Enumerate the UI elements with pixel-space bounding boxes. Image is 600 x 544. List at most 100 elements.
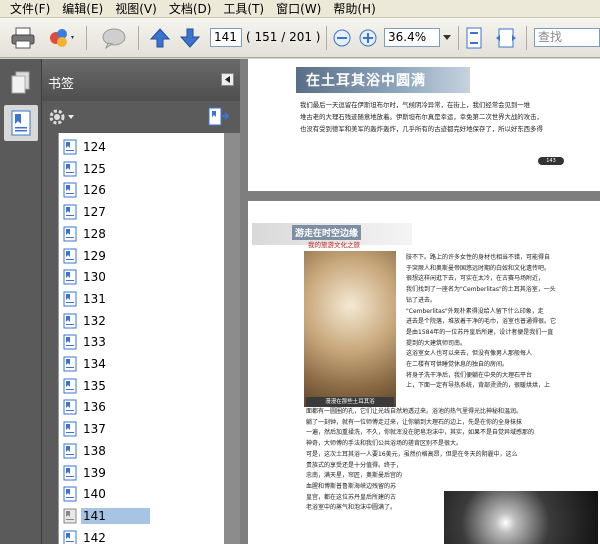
bookmark-item-141[interactable]: 141 — [59, 506, 224, 526]
bookmark-item-124[interactable]: 124 — [59, 137, 224, 157]
dome-photo — [444, 491, 598, 544]
bookmark-label: 142 — [83, 530, 106, 544]
bookmark-page-icon — [63, 313, 77, 329]
menu-file[interactable]: 文件(F) — [4, 0, 56, 17]
text-line: 躺了一刻钟，就有一位师傅走过来，让你躺到大理石的边上，先是在你的全身抹抹 — [306, 418, 523, 426]
document-viewer[interactable]: 在土耳其浴中圆满 我们最后一天逗留在伊斯坦布尔时，气候阴冷异常，在街上，我们经常… — [240, 59, 600, 544]
arrow-down-icon — [179, 28, 201, 48]
bookmark-page-icon — [63, 161, 77, 177]
bookmark-label: 133 — [83, 335, 106, 350]
bookmark-label: 129 — [83, 248, 106, 263]
menu-document[interactable]: 文档(D) — [163, 0, 218, 17]
bookmark-page-icon — [63, 182, 77, 198]
zoom-in-icon — [359, 29, 377, 47]
bookmark-page-icon — [63, 226, 77, 242]
menu-edit[interactable]: 编辑(E) — [56, 0, 109, 17]
page1-body: 我们最后一天逗留在伊斯坦布尔时，气候阴冷异常，在街上，我们经常会见到一堆 堆古老… — [300, 99, 600, 135]
document-page-current: 游走在时空边缘 我的旅游文化之旅 漫漫在那些土耳其浴 肢不下。路上的许多女性的身… — [248, 201, 600, 544]
bookmark-item-131[interactable]: 131 — [59, 289, 224, 309]
menu-tools[interactable]: 工具(T) — [217, 0, 270, 17]
comment-icon — [102, 28, 126, 50]
bookmark-item-137[interactable]: 137 — [59, 419, 224, 439]
page2-body-right: 肢不下。路上的许多女性的身材也相当不错，可能得自 于突厥人和奥斯曼帝国悠远时期的白… — [406, 253, 598, 392]
bookmark-item-135[interactable]: 135 — [59, 376, 224, 396]
zoom-out-icon — [333, 29, 351, 47]
bookmark-page-icon — [63, 486, 77, 502]
menu-window[interactable]: 窗口(W) — [270, 0, 327, 17]
bookmark-item-125[interactable]: 125 — [59, 159, 224, 179]
bookmark-label: 132 — [83, 313, 106, 328]
bookmark-page-icon — [63, 421, 77, 437]
zoom-dropdown-button[interactable] — [441, 28, 453, 47]
text-line: 贵族式的享受还是十分值得。终于， — [306, 461, 403, 469]
chevron-left-icon — [224, 76, 230, 83]
text-line: 我们找到了一座名为"Cemberlitas"的土耳其浴室，一头 — [406, 286, 556, 294]
bookmark-label: 140 — [83, 487, 106, 502]
previous-page-button[interactable] — [148, 24, 172, 52]
bookmark-page-icon — [63, 356, 77, 372]
share-button[interactable] — [46, 24, 78, 52]
comment-button[interactable] — [98, 24, 130, 52]
navigation-strip — [0, 59, 42, 544]
menu-bar: 文件(F) 编辑(E) 视图(V) 文档(D) 工具(T) 窗口(W) 帮助(H… — [0, 0, 600, 18]
bookmark-page-icon — [63, 443, 77, 459]
bookmarks-panel-button[interactable] — [4, 105, 38, 141]
bookmark-page-icon — [63, 248, 77, 263]
options-button[interactable] — [48, 107, 76, 127]
bookmark-item-130[interactable]: 130 — [59, 267, 224, 287]
bookmark-item-138[interactable]: 138 — [59, 441, 224, 461]
bookmark-item-142[interactable]: 142 — [59, 528, 224, 544]
toolbar-separator — [86, 26, 87, 50]
fit-page-button[interactable] — [462, 24, 486, 52]
bookmark-page-icon — [63, 378, 77, 394]
bookmark-item-126[interactable]: 126 — [59, 180, 224, 200]
bookmark-item-129[interactable]: 129 — [59, 246, 224, 266]
bookmark-label: 138 — [83, 443, 106, 458]
bookmark-item-127[interactable]: 127 — [59, 202, 224, 222]
fit-width-button[interactable] — [494, 24, 518, 52]
text-line: 于突厥人和奥斯曼帝国悠远时期的白奴和文化遗传吧。 — [406, 264, 551, 272]
bookmark-item-128[interactable]: 128 — [59, 224, 224, 244]
zoom-input[interactable]: 36.4% — [384, 28, 440, 47]
bookmark-label: 127 — [83, 205, 106, 220]
collapse-panel-button[interactable] — [221, 73, 234, 86]
bookmark-label: 131 — [83, 291, 106, 306]
page-number-badge: 143 — [538, 157, 564, 165]
menu-help[interactable]: 帮助(H) — [327, 0, 381, 17]
photo-caption: 漫漫在那些土耳其浴 — [306, 397, 394, 407]
bookmark-label: 124 — [83, 140, 106, 154]
bookmark-icon — [11, 110, 31, 136]
bookmark-item-136[interactable]: 136 — [59, 397, 224, 417]
bookmark-item-134[interactable]: 134 — [59, 354, 224, 374]
text-line: 很想这样闲逛下去，可实在太冷，在古赛马场附近， — [406, 275, 545, 283]
bookmark-label: 130 — [83, 270, 106, 285]
zoom-in-button[interactable] — [358, 24, 378, 52]
page-number-input[interactable]: 141 — [210, 28, 242, 47]
pages-icon — [11, 71, 30, 94]
text-line: 堆古老的大理石残迹随意地放着。伊斯坦布尔真是幸运，幸免第二次世界大战的攻击， — [300, 113, 543, 121]
text-line: 可是，这次土耳其浴一人要16美元，虽然价格高昂，但是在冬天的阴霾中，这么 — [306, 450, 518, 458]
search-input[interactable]: 查找 — [534, 28, 600, 47]
bookmark-page-icon — [63, 204, 77, 220]
fit-width-icon — [496, 28, 516, 48]
bookmark-item-133[interactable]: 133 — [59, 332, 224, 352]
bookmark-item-140[interactable]: 140 — [59, 484, 224, 504]
print-button[interactable] — [8, 24, 38, 52]
arrow-up-icon — [149, 28, 171, 48]
bookmark-label: 125 — [83, 161, 106, 176]
pages-panel-button[interactable] — [4, 65, 38, 101]
bookmark-label: 126 — [83, 183, 106, 198]
bookmark-item-139[interactable]: 139 — [59, 463, 224, 483]
text-line: 忠南，满天星，帘匠，奥斯曼后宫的 — [306, 472, 403, 480]
next-page-button[interactable] — [178, 24, 202, 52]
bookmark-label: 128 — [83, 226, 106, 241]
bookmark-page-icon — [63, 139, 77, 155]
bookmark-item-132[interactable]: 132 — [59, 311, 224, 331]
menu-view[interactable]: 视图(V) — [109, 0, 163, 17]
bookmarks-scrollbar[interactable] — [224, 133, 240, 544]
zoom-out-button[interactable] — [332, 24, 352, 52]
share-icon — [50, 29, 74, 47]
bookmark-label: 135 — [83, 378, 106, 393]
text-line: 进去是个院落，堆放着干净的毛巾，浴室也普通得很。它 — [406, 318, 557, 326]
new-bookmark-button[interactable] — [206, 107, 230, 127]
